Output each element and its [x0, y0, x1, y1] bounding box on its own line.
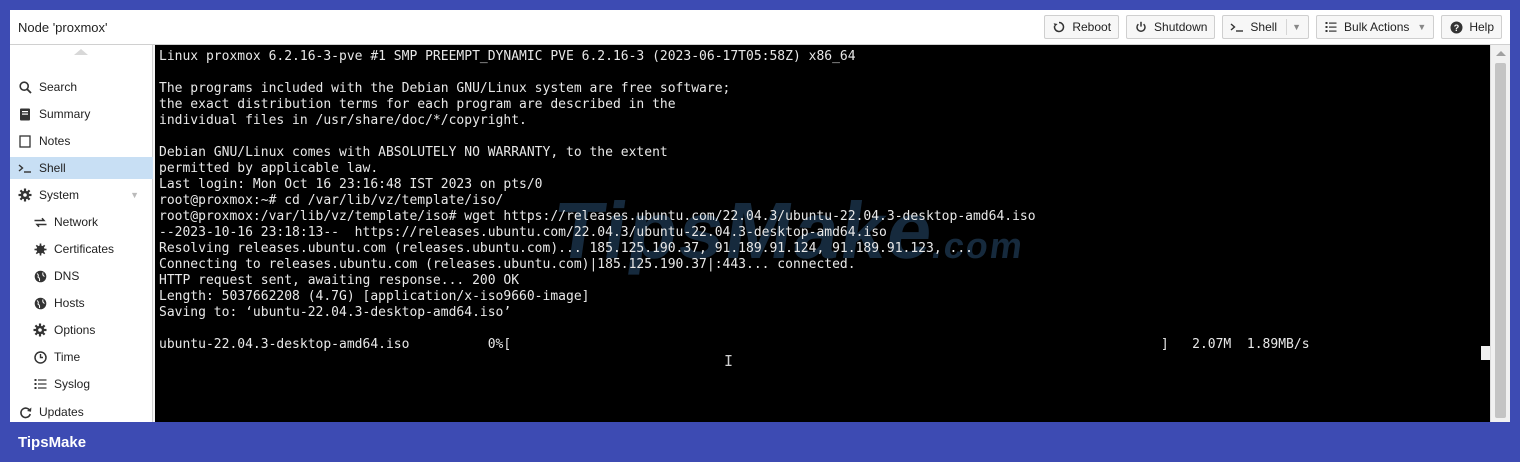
terminal-line: Length: 5037662208 (4.7G) [application/x… [159, 289, 590, 304]
sidebar-scroll-up-icon[interactable] [74, 49, 88, 55]
chevron-down-icon[interactable]: ▼ [1292, 22, 1301, 32]
scrollbar-thumb[interactable] [1495, 63, 1506, 418]
sidebar-item-shell[interactable]: Shell [10, 157, 153, 179]
sidebar-item-summary[interactable]: Summary [10, 103, 153, 125]
sidebar-item-label: System [39, 188, 80, 202]
terminal-output: Linux proxmox 6.2.16-3-pve #1 SMP PREEMP… [159, 49, 1310, 353]
sidebar-item-label: Syslog [54, 377, 91, 391]
terminal-line: --2023-10-16 23:18:13-- https://releases… [159, 225, 887, 240]
node-title: Node 'proxmox' [18, 20, 108, 35]
text-cursor-icon: I [724, 352, 734, 370]
sidebar-item-notes[interactable]: Notes [10, 130, 153, 152]
sidebar-item-label: Time [54, 350, 81, 364]
terminal-cursor [1481, 346, 1490, 360]
expand-arrow-icon[interactable]: ▼ [130, 190, 139, 200]
sidebar: Search Summary Notes Shell System ▼ Netw… [10, 45, 153, 422]
split-divider [1286, 19, 1288, 35]
clock-icon [33, 350, 47, 364]
sidebar-item-network[interactable]: Network [10, 211, 153, 233]
sidebar-item-search[interactable]: Search [10, 76, 153, 98]
sidebar-item-dns[interactable]: DNS [10, 265, 153, 287]
sidebar-item-label: Network [54, 215, 99, 229]
power-icon [1134, 20, 1148, 34]
svg-text:?: ? [1454, 23, 1460, 33]
bulk-actions-label: Bulk Actions [1344, 20, 1410, 34]
shutdown-button[interactable]: Shutdown [1126, 15, 1216, 39]
shell-label: Shell [1250, 20, 1278, 34]
help-button[interactable]: ? Help [1441, 15, 1502, 39]
terminal-icon [1230, 20, 1244, 34]
terminal-line: HTTP request sent, awaiting response... … [159, 273, 520, 288]
bulk-actions-button[interactable]: Bulk Actions ▼ [1316, 15, 1435, 39]
certificate-icon [33, 242, 47, 256]
terminal-line: the exact distribution terms for each pr… [159, 97, 676, 112]
sidebar-item-label: Search [39, 80, 78, 94]
question-icon: ? [1449, 20, 1463, 34]
list-icon [1324, 20, 1338, 34]
terminal-line: root@proxmox:~# cd /var/lib/vz/template/… [159, 193, 504, 208]
terminal-line: individual files in /usr/share/doc/*/cop… [159, 113, 527, 128]
shutdown-label: Shutdown [1154, 20, 1208, 34]
help-label: Help [1469, 20, 1494, 34]
terminal-console[interactable]: TipsMake.com Linux proxmox 6.2.16-3-pve … [155, 45, 1490, 422]
terminal-icon [18, 161, 32, 175]
network-icon [33, 215, 47, 229]
terminal-scrollbar[interactable] [1490, 45, 1510, 422]
terminal-line: Debian GNU/Linux comes with ABSOLUTELY N… [159, 145, 668, 160]
note-icon [18, 134, 32, 148]
terminal-line: Connecting to releases.ubuntu.com (relea… [159, 257, 856, 272]
sidebar-item-updates[interactable]: Updates [10, 401, 153, 423]
sidebar-item-label: Shell [39, 161, 66, 175]
sidebar-item-label: Updates [39, 405, 84, 419]
sidebar-item-label: DNS [54, 269, 80, 283]
sidebar-item-certificates[interactable]: Certificates [10, 238, 153, 260]
reboot-icon [1052, 20, 1066, 34]
globe-icon [33, 269, 47, 283]
sidebar-item-hosts[interactable]: Hosts [10, 292, 153, 314]
sidebar-item-options[interactable]: Options [10, 319, 153, 341]
title-bar: Node 'proxmox' Reboot Shutdown Shell ▼ B… [10, 10, 1510, 45]
terminal-line: The programs included with the Debian GN… [159, 81, 731, 96]
terminal-line: Linux proxmox 6.2.16-3-pve #1 SMP PREEMP… [159, 49, 856, 64]
terminal-line: root@proxmox:/var/lib/vz/template/iso# w… [159, 209, 1036, 224]
footer-brand: TipsMake [18, 434, 87, 451]
terminal-line: Saving to: ‘ubuntu-22.04.3-desktop-amd64… [159, 305, 512, 320]
terminal-line: permitted by applicable law. [159, 161, 379, 176]
scroll-up-icon[interactable] [1496, 51, 1506, 56]
book-icon [18, 107, 32, 121]
globe-icon [33, 296, 47, 310]
sidebar-item-label: Certificates [54, 242, 115, 256]
sidebar-item-label: Options [54, 323, 96, 337]
terminal-line: Last login: Mon Oct 16 23:16:48 IST 2023… [159, 177, 543, 192]
refresh-icon [18, 405, 32, 419]
terminal-line: Resolving releases.ubuntu.com (releases.… [159, 241, 973, 256]
sidebar-item-system[interactable]: System ▼ [10, 184, 153, 206]
sidebar-item-label: Summary [39, 107, 91, 121]
reboot-button[interactable]: Reboot [1044, 15, 1120, 39]
sidebar-item-time[interactable]: Time [10, 346, 153, 368]
proxmox-node-panel: Node 'proxmox' Reboot Shutdown Shell ▼ B… [10, 10, 1510, 422]
search-icon [18, 80, 32, 94]
toolbar: Reboot Shutdown Shell ▼ Bulk Actions ▼ ?… [1044, 15, 1502, 39]
chevron-down-icon: ▼ [1417, 22, 1427, 32]
gear-icon [18, 188, 32, 202]
terminal-line: ubuntu-22.04.3-desktop-amd64.iso 0%[ ] 2… [159, 337, 1310, 352]
shell-button[interactable]: Shell ▼ [1222, 15, 1310, 39]
reboot-label: Reboot [1072, 20, 1112, 34]
sidebar-item-label: Hosts [54, 296, 85, 310]
sidebar-item-label: Notes [39, 134, 71, 148]
list-icon [33, 377, 47, 391]
gear-icon [33, 323, 47, 337]
sidebar-item-syslog[interactable]: Syslog [10, 373, 153, 395]
